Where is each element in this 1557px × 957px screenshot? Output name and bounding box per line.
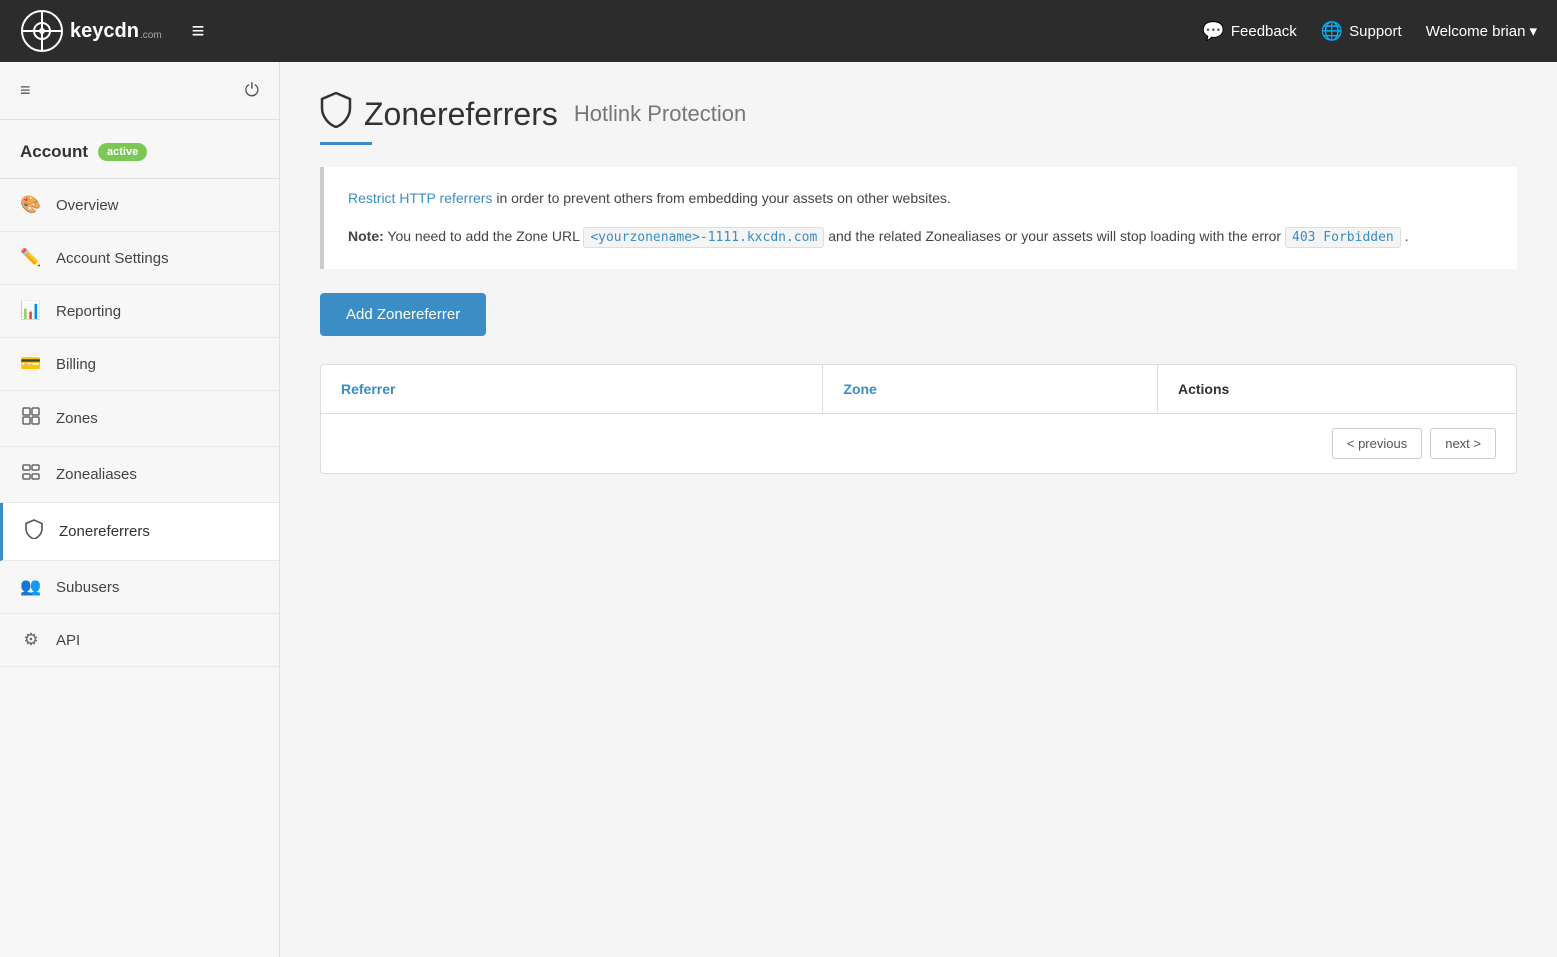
- col-header-referrer: Referrer: [321, 365, 823, 414]
- sidebar-top-actions: ≡ ⏻: [0, 62, 279, 120]
- sidebar-item-label: Zonealiases: [56, 466, 137, 483]
- logo-dot-com: .com: [140, 30, 162, 41]
- page-title: Zonereferrers: [364, 96, 558, 133]
- sidebar-item-label: Subusers: [56, 579, 119, 596]
- restrict-http-link[interactable]: Restrict HTTP referrers: [348, 190, 492, 206]
- hamburger-menu-icon[interactable]: ≡: [192, 20, 205, 42]
- sidebar-item-subusers[interactable]: 👥 Subusers: [0, 561, 279, 614]
- info-text-prefix: in order to prevent others from embeddin…: [496, 190, 950, 206]
- add-zonereferrer-button[interactable]: Add Zonereferrer: [320, 293, 486, 336]
- main-layout: ≡ ⏻ Account active 🎨 Overview ✏️ Account…: [0, 62, 1557, 957]
- welcome-text: Welcome brian: [1426, 23, 1526, 40]
- pagination-row: < previous next >: [321, 414, 1516, 473]
- sidebar-item-api[interactable]: ⚙ API: [0, 614, 279, 667]
- data-table-container: Referrer Zone Actions < previous next >: [320, 364, 1517, 474]
- feedback-icon: 💬: [1202, 21, 1224, 42]
- table-header-row: Referrer Zone Actions: [321, 365, 1516, 414]
- feedback-link[interactable]: 💬 Feedback: [1202, 21, 1296, 42]
- top-navigation: keycdn .com ≡ 💬 Feedback 🌐 Support Welco…: [0, 0, 1557, 62]
- info-text: Restrict HTTP referrers in order to prev…: [348, 187, 1493, 211]
- sidebar-item-label: Overview: [56, 197, 119, 214]
- previous-button[interactable]: < previous: [1332, 428, 1422, 459]
- col-header-zone: Zone: [823, 365, 1158, 414]
- zonereferrers-icon: [23, 519, 45, 544]
- feedback-label: Feedback: [1231, 23, 1297, 40]
- sidebar-item-label: Zones: [56, 410, 98, 427]
- info-box: Restrict HTTP referrers in order to prev…: [320, 167, 1517, 269]
- sidebar-power-icon[interactable]: ⏻: [245, 80, 259, 101]
- support-link[interactable]: 🌐 Support: [1321, 21, 1402, 42]
- sidebar-item-billing[interactable]: 💳 Billing: [0, 338, 279, 391]
- billing-icon: 💳: [20, 354, 42, 374]
- note-text-1: You need to add the Zone URL: [387, 228, 583, 244]
- top-nav-right: 💬 Feedback 🌐 Support Welcome brian ▾: [1202, 21, 1537, 42]
- overview-icon: 🎨: [20, 195, 42, 215]
- sidebar-menu-icon[interactable]: ≡: [20, 80, 31, 101]
- sidebar-item-label: API: [56, 632, 80, 649]
- sidebar-item-label: Account Settings: [56, 250, 169, 267]
- note-end: .: [1405, 228, 1409, 244]
- page-header: Zonereferrers Hotlink Protection: [320, 92, 1517, 136]
- account-label: Account: [20, 142, 88, 162]
- next-button[interactable]: next >: [1430, 428, 1496, 459]
- page-subtitle: Hotlink Protection: [574, 101, 746, 127]
- note-text: Note: You need to add the Zone URL <your…: [348, 225, 1493, 249]
- note-label: Note:: [348, 228, 384, 244]
- sidebar-item-label: Billing: [56, 356, 96, 373]
- account-active-badge: active: [98, 143, 147, 161]
- main-content: Zonereferrers Hotlink Protection Restric…: [280, 62, 1557, 957]
- sidebar: ≡ ⏻ Account active 🎨 Overview ✏️ Account…: [0, 62, 280, 957]
- zone-url-code: <yourzonename>-1111.kxcdn.com: [583, 227, 824, 248]
- zonealiases-icon: [20, 463, 42, 486]
- sidebar-item-zonereferrers[interactable]: Zonereferrers: [0, 503, 279, 561]
- api-icon: ⚙: [20, 630, 42, 650]
- note-text-2: and the related Zonealiases or your asse…: [828, 228, 1285, 244]
- sidebar-item-zonealiases[interactable]: Zonealiases: [0, 447, 279, 503]
- chevron-down-icon: ▾: [1529, 22, 1537, 40]
- error-code: 403 Forbidden: [1285, 227, 1401, 248]
- user-menu[interactable]: Welcome brian ▾: [1426, 22, 1537, 40]
- zones-icon: [20, 407, 42, 430]
- support-icon: 🌐: [1321, 21, 1343, 42]
- sidebar-item-account-settings[interactable]: ✏️ Account Settings: [0, 232, 279, 285]
- title-underline: [320, 142, 372, 145]
- col-header-actions: Actions: [1157, 365, 1516, 414]
- sidebar-item-reporting[interactable]: 📊 Reporting: [0, 285, 279, 338]
- support-label: Support: [1349, 23, 1402, 40]
- reporting-icon: 📊: [20, 301, 42, 321]
- sidebar-item-label: Reporting: [56, 303, 121, 320]
- logo[interactable]: keycdn .com: [20, 9, 162, 53]
- zonereferrers-table: Referrer Zone Actions: [321, 365, 1516, 414]
- account-settings-icon: ✏️: [20, 248, 42, 268]
- account-section: Account active: [0, 120, 279, 179]
- subusers-icon: 👥: [20, 577, 42, 597]
- page-header-shield-icon: [320, 92, 352, 136]
- sidebar-item-label: Zonereferrers: [59, 523, 150, 540]
- sidebar-item-zones[interactable]: Zones: [0, 391, 279, 447]
- logo-text: keycdn: [70, 20, 139, 43]
- sidebar-item-overview[interactable]: 🎨 Overview: [0, 179, 279, 232]
